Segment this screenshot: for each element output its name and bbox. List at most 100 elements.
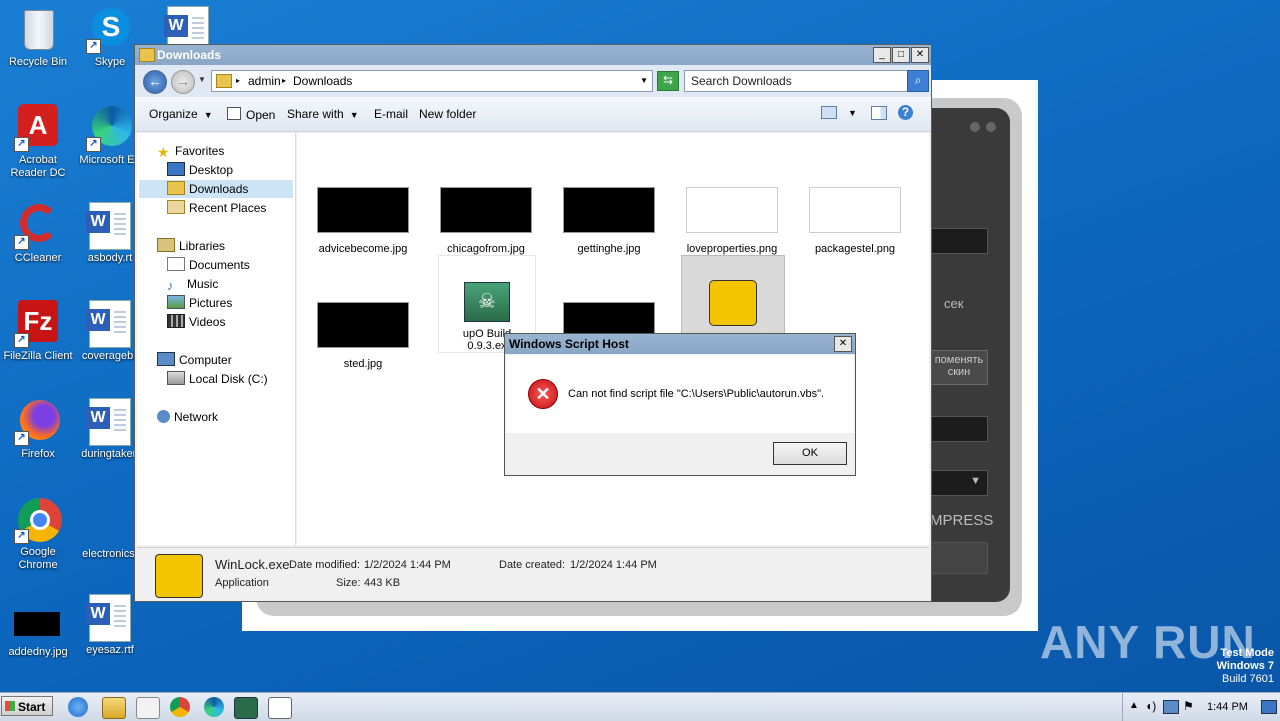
email-button[interactable]: E-mail (374, 107, 408, 121)
close-button[interactable]: ✕ (911, 47, 929, 63)
computer-icon (157, 352, 175, 366)
file-item[interactable]: packagestel.png (807, 187, 903, 255)
desktop-icon-eyesaz[interactable]: eyesaz.rtf (72, 594, 148, 657)
winlock-icon (709, 280, 757, 326)
chevron-down-icon: ▼ (203, 110, 213, 120)
details-date-modified-label: Date modified: (289, 559, 360, 571)
refresh-button[interactable]: ⇆ (657, 71, 679, 91)
nav-music[interactable]: ♪ Music (167, 276, 218, 293)
open-icon (227, 107, 241, 120)
nav-libraries[interactable]: Libraries (157, 238, 225, 255)
chevron-down-icon[interactable]: ▼ (640, 76, 648, 85)
nav-documents[interactable]: Documents (167, 257, 250, 274)
help-icon[interactable]: ? (898, 105, 913, 120)
chrome-icon[interactable] (170, 697, 190, 717)
nav-videos[interactable]: Videos (167, 314, 225, 331)
preview-pane-icon[interactable] (871, 106, 887, 120)
skype-icon: S ↗ (86, 6, 134, 54)
nav-downloads[interactable]: Downloads (167, 181, 248, 198)
breadcrumb-admin[interactable]: admin (248, 74, 281, 88)
network-icon[interactable] (1163, 700, 1179, 714)
desktop-icon-recycle-bin[interactable]: Recycle Bin (0, 6, 76, 69)
file-item[interactable]: loveproperties.png (684, 187, 780, 255)
desktop-icon-firefox[interactable]: ↗ Firefox (0, 398, 76, 461)
background-app-panel: сек поменять скин ▼ MPRESS (930, 108, 1010, 602)
file-item-selected[interactable] (681, 255, 785, 337)
desktop-icon-ccleaner[interactable]: ↗ CCleaner (0, 202, 76, 265)
app-button[interactable] (930, 542, 988, 574)
desktop-icon-addedny[interactable]: addedny.jpg (0, 604, 76, 659)
explorer-titlebar[interactable]: Downloads _ □ ✕ (135, 45, 931, 65)
address-bar-area: ← → ▼ ▸ admin ▸ Downloads ▼ ⇆ Search Dow… (135, 65, 931, 97)
details-pane: WinLock.exe Date modified: 1/2/2024 1:44… (137, 547, 929, 600)
compress-label: MPRESS (930, 512, 994, 529)
flag-icon[interactable]: ⚑ (1183, 699, 1194, 713)
desktop-icon-filezilla[interactable]: Fz ↗ FileZilla Client (0, 300, 76, 363)
edge-icon[interactable] (204, 697, 224, 717)
chevron-down-icon: ▼ (349, 110, 359, 120)
upo-build-icon[interactable] (234, 697, 258, 719)
nav-pictures[interactable]: Pictures (167, 295, 232, 312)
explorer-taskbar-icon[interactable] (102, 697, 126, 719)
new-folder-button[interactable]: New folder (419, 107, 476, 121)
search-input[interactable]: Search Downloads (684, 70, 908, 92)
nav-local-disk[interactable]: Local Disk (C:) (167, 371, 268, 388)
word-document-icon (86, 398, 134, 446)
nav-computer[interactable]: Computer (157, 352, 232, 369)
chevron-right-icon[interactable]: ▸ (236, 76, 240, 85)
app-field[interactable] (930, 228, 988, 254)
show-desktop-icon[interactable] (1261, 700, 1277, 714)
file-item[interactable]: sted.jpg (315, 302, 411, 370)
desktop-icon-chrome[interactable]: ↗ Google Chrome (0, 496, 76, 572)
app-dropdown[interactable]: ▼ (930, 470, 988, 496)
pictures-icon (167, 295, 185, 309)
chevron-right-icon[interactable]: ▸ (282, 76, 286, 85)
image-thumbnail-icon (317, 187, 409, 233)
word-document-icon (86, 202, 134, 250)
app-field[interactable] (930, 416, 988, 442)
file-item[interactable]: chicagofrom.jpg (438, 187, 534, 255)
close-button[interactable]: ✕ (834, 336, 852, 352)
nav-network[interactable]: Network (157, 409, 218, 426)
speaker-icon[interactable]: ◖) (1145, 699, 1156, 713)
application-icon: ☠ (464, 282, 510, 322)
search-icon[interactable]: ⌕ (907, 70, 929, 92)
test-mode-label: Test Mode Windows 7 Build 7601 (1216, 647, 1274, 685)
back-button[interactable]: ← (143, 70, 167, 94)
system-tray: ▲ ◖) ⚑ (1122, 693, 1279, 721)
chevron-down-icon[interactable]: ▼ (198, 75, 206, 84)
nav-recent-places[interactable]: Recent Places (167, 200, 266, 217)
winlock-icon (155, 554, 203, 598)
maximize-button[interactable]: □ (892, 47, 910, 63)
chevron-up-icon[interactable]: ▲ (1129, 700, 1139, 711)
minimize-button[interactable]: _ (873, 47, 891, 63)
clock[interactable]: 1:44 PM (1207, 701, 1248, 713)
forward-button[interactable]: → (171, 70, 195, 94)
address-bar[interactable]: ▸ admin ▸ Downloads ▼ (211, 70, 653, 92)
ie-icon[interactable] (68, 697, 88, 717)
libraries-icon (157, 238, 175, 252)
nav-favorites[interactable]: ★ Favorites (157, 143, 224, 160)
explorer-window: Downloads _ □ ✕ ← → ▼ ▸ admin ▸ Download… (134, 44, 932, 602)
image-thumbnail-icon (317, 302, 409, 348)
nav-desktop[interactable]: Desktop (167, 162, 233, 179)
edge-icon: ↗ (86, 104, 134, 152)
view-icon[interactable] (821, 106, 837, 119)
open-button[interactable]: Open (227, 107, 275, 122)
taskbar: Start ▲ ◖) ⚑ 1:44 PM (0, 692, 1280, 721)
media-player-icon[interactable] (136, 697, 160, 719)
ok-button[interactable]: OK (773, 442, 847, 465)
file-item[interactable]: gettinghe.jpg (561, 187, 657, 255)
change-skin-button[interactable]: поменять скин (930, 350, 988, 385)
dialog-titlebar[interactable]: Windows Script Host ✕ (505, 334, 855, 354)
desktop-icon-acrobat[interactable]: A ↗ Acrobat Reader DC (0, 104, 76, 180)
winlock-taskbar-icon[interactable] (268, 697, 292, 719)
file-item[interactable]: advicebecome.jpg (315, 187, 411, 255)
share-with-button[interactable]: Share with ▼ (287, 107, 359, 121)
chevron-down-icon[interactable]: ▼ (848, 108, 857, 118)
desktop: Recycle Bin S ↗ Skype A ↗ Acrobat Reader… (0, 0, 1280, 692)
start-button[interactable]: Start (1, 696, 53, 716)
breadcrumb-downloads[interactable]: Downloads (293, 74, 352, 88)
dialog-title: Windows Script Host (509, 337, 629, 351)
organize-button[interactable]: Organize ▼ (149, 107, 213, 121)
